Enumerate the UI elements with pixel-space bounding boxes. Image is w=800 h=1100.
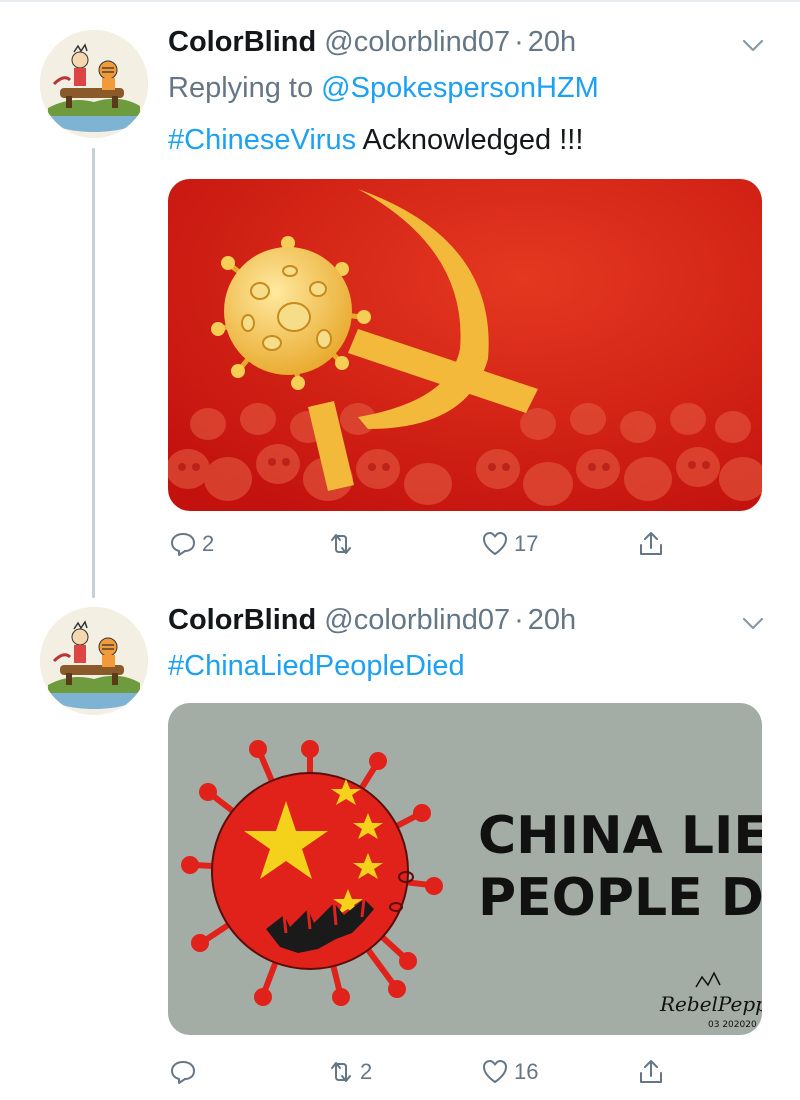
image-caption-1: CHINA LIED [478, 806, 762, 866]
replying-to: Replying to @SpokespersonHZM [168, 68, 599, 108]
separator: · [514, 604, 524, 636]
hashtag-link[interactable]: #ChineseVirus [168, 124, 356, 156]
thread-connector [92, 148, 95, 598]
reply-button[interactable] [168, 1054, 202, 1090]
tweet-header: ColorBlind @colorblind07 · 20h [168, 600, 576, 640]
chevron-down-icon[interactable] [738, 30, 768, 60]
image-caption-2: PEOPLE DIED [478, 868, 762, 928]
tweet-text: #ChinaLiedPeopleDied [168, 646, 465, 686]
like-icon [483, 1060, 507, 1083]
tweet-body: Acknowledged !!! [356, 124, 584, 156]
display-name[interactable]: ColorBlind [168, 604, 316, 636]
like-button[interactable]: 16 [480, 1054, 538, 1090]
artist-signature: RebelPepper [659, 992, 762, 1016]
hammer-sickle-image [168, 179, 762, 511]
like-count: 17 [514, 531, 539, 556]
replying-prefix: Replying to [168, 72, 314, 104]
tweet-header: ColorBlind @colorblind07 · 20h [168, 22, 576, 62]
share-button[interactable] [636, 1054, 666, 1090]
share-button[interactable] [636, 526, 666, 562]
like-count: 16 [514, 1059, 539, 1084]
handle[interactable]: @colorblind07 [324, 26, 510, 58]
chevron-down-icon[interactable] [738, 608, 768, 638]
share-icon [640, 1060, 662, 1083]
avatar-image [40, 30, 148, 138]
avatar-image [40, 607, 148, 715]
china-lied-image: CHINA LIED PEOPLE DIED RebelPepper 03 20… [168, 703, 762, 1035]
like-button[interactable]: 17 [480, 526, 538, 562]
tweet-image[interactable]: CHINA LIED PEOPLE DIED RebelPepper 03 20… [168, 703, 762, 1035]
reply-icon [171, 1061, 195, 1084]
tweet-2[interactable]: ColorBlind @colorblind07 · 20h #ChinaLiedP… [168, 600, 768, 1095]
reply-count: 2 [202, 531, 215, 556]
retweet-button[interactable] [326, 526, 360, 562]
tweet-text: #ChineseVirus Acknowledged !!! [168, 120, 583, 160]
retweet-icon [331, 1062, 351, 1082]
tweet-actions: 2 17 [168, 526, 668, 562]
separator: · [514, 26, 524, 58]
timestamp[interactable]: 20h [528, 26, 576, 58]
display-name[interactable]: ColorBlind [168, 26, 316, 58]
reply-button[interactable]: 2 [168, 526, 214, 562]
retweet-button[interactable]: 2 [326, 1054, 372, 1090]
hashtag-link[interactable]: #ChinaLiedPeopleDied [168, 650, 465, 682]
signature-date: 03 202020 [708, 1020, 757, 1030]
retweet-icon [331, 534, 351, 554]
tweet-1[interactable]: ColorBlind @colorblind07 · 20h Replying to… [168, 22, 768, 582]
mention-link[interactable]: @SpokespersonHZM [321, 72, 599, 104]
avatar[interactable] [40, 30, 148, 138]
handle[interactable]: @colorblind07 [324, 604, 510, 636]
like-icon [483, 532, 507, 555]
retweet-count: 2 [360, 1059, 373, 1084]
reply-icon [171, 533, 195, 556]
avatar[interactable] [40, 607, 148, 715]
share-icon [640, 532, 662, 555]
top-divider [0, 0, 800, 2]
tweet-actions: 2 16 [168, 1054, 668, 1090]
tweet-image[interactable] [168, 179, 762, 511]
timestamp[interactable]: 20h [528, 604, 576, 636]
